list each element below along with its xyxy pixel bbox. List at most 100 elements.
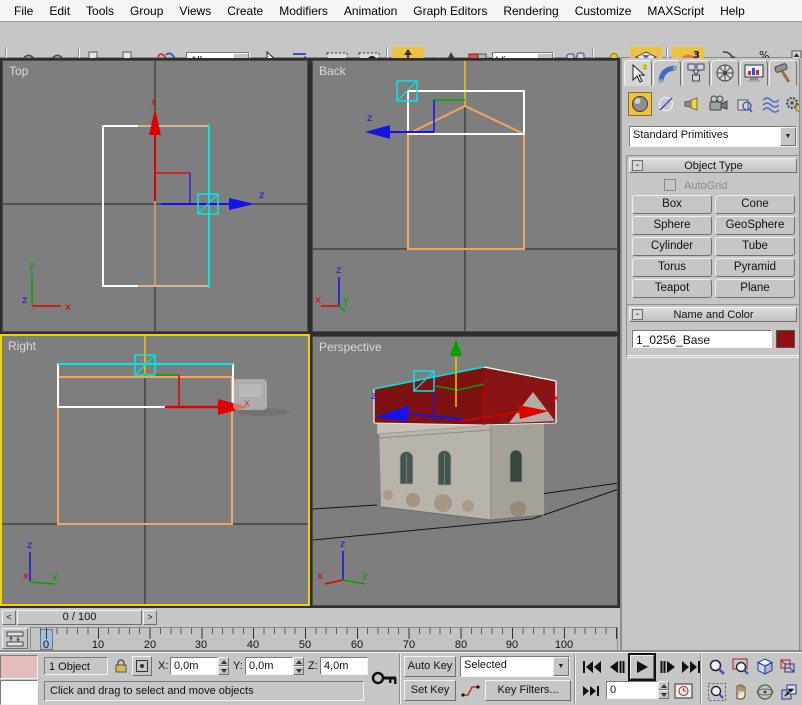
- svg-text:z: z: [259, 190, 264, 201]
- menu-create[interactable]: Create: [219, 1, 271, 21]
- y-coord-spinner[interactable]: [293, 657, 304, 675]
- menu-modifiers[interactable]: Modifiers: [271, 1, 336, 21]
- menu-views[interactable]: Views: [171, 1, 219, 21]
- name-color-rollout-header[interactable]: - Name and Color: [629, 307, 797, 322]
- zoom-icon[interactable]: [706, 656, 728, 678]
- mini-curve-editor-button[interactable]: [2, 628, 28, 649]
- menu-file[interactable]: File: [6, 1, 41, 21]
- category-helpers-icon[interactable]: [732, 92, 756, 116]
- pyramid-button[interactable]: Pyramid: [715, 258, 795, 277]
- timeline-ruler[interactable]: 0 10 20 30 40 50 60 70 80 90 100: [30, 627, 618, 651]
- autogrid-checkbox[interactable]: [664, 179, 676, 191]
- category-space-warps-icon[interactable]: [758, 92, 782, 116]
- menu-customize[interactable]: Customize: [567, 1, 640, 21]
- tab-utilities[interactable]: [769, 60, 797, 86]
- category-geometry-icon[interactable]: [628, 92, 652, 116]
- tube-button[interactable]: Tube: [715, 237, 795, 256]
- category-lights-icon[interactable]: [680, 92, 704, 116]
- cylinder-button[interactable]: Cylinder: [632, 237, 712, 256]
- maxscript-listener-line[interactable]: [0, 680, 38, 705]
- time-configuration-icon[interactable]: [674, 681, 694, 701]
- svg-text:z: z: [27, 540, 32, 551]
- svg-text:y: y: [362, 570, 368, 581]
- z-coord-field[interactable]: 4,0m: [320, 657, 368, 675]
- menu-bar: File Edit Tools Group Views Create Modif…: [0, 0, 802, 22]
- key-filter-scope-dropdown[interactable]: Selected ▼: [460, 656, 570, 677]
- viewport-top[interactable]: Top x z y: [2, 60, 308, 332]
- set-key-button[interactable]: Set Key: [404, 680, 456, 701]
- min-max-toggle-icon[interactable]: [778, 681, 800, 703]
- tab-hierarchy[interactable]: [682, 60, 710, 86]
- plane-button[interactable]: Plane: [715, 279, 795, 298]
- primitive-category-dropdown[interactable]: Standard Primitives ▼: [629, 126, 797, 147]
- auto-key-button[interactable]: Auto Key: [404, 656, 456, 677]
- collapse-icon[interactable]: -: [632, 309, 643, 320]
- category-cameras-icon[interactable]: [706, 92, 730, 116]
- object-type-rollout-header[interactable]: - Object Type: [629, 158, 797, 173]
- category-shapes-icon[interactable]: [654, 92, 678, 116]
- menu-maxscript[interactable]: MAXScript: [639, 1, 712, 21]
- cone-button[interactable]: Cone: [715, 195, 795, 214]
- previous-frame-button[interactable]: [607, 656, 627, 677]
- box-button[interactable]: Box: [632, 195, 712, 214]
- viewport-right-scene: x z x y: [2, 336, 308, 604]
- viewport-right-label: Right: [8, 339, 36, 353]
- geosphere-button[interactable]: GeoSphere: [715, 216, 795, 235]
- time-slider-handle[interactable]: 0 / 100: [17, 610, 142, 625]
- sphere-button[interactable]: Sphere: [632, 216, 712, 235]
- status-separator: [700, 654, 702, 704]
- zoom-extents-icon[interactable]: [754, 656, 776, 678]
- zoom-extents-all-icon[interactable]: [778, 656, 800, 678]
- viewport-back[interactable]: Back z z x y: [312, 60, 618, 332]
- arc-rotate-icon[interactable]: [754, 681, 776, 703]
- menu-help[interactable]: Help: [712, 1, 753, 21]
- next-frame-button[interactable]: [658, 656, 678, 677]
- tick-label: 70: [399, 639, 419, 651]
- collapse-icon[interactable]: -: [632, 160, 643, 171]
- region-zoom-icon[interactable]: [706, 681, 728, 703]
- key-mode-toggle[interactable]: [580, 681, 602, 701]
- set-keys-key-icon[interactable]: [370, 655, 398, 701]
- tab-display[interactable]: [740, 60, 768, 86]
- torus-button[interactable]: Torus: [632, 258, 712, 277]
- time-slider-row: < 0 / 100 >: [0, 608, 620, 626]
- maxscript-listener-macro-line[interactable]: [0, 655, 38, 679]
- svg-text:y: y: [29, 261, 35, 272]
- menu-rendering[interactable]: Rendering: [495, 1, 566, 21]
- menu-tools[interactable]: Tools: [78, 1, 122, 21]
- menu-graph-editors[interactable]: Graph Editors: [405, 1, 495, 21]
- viewport-right[interactable]: Right x: [0, 334, 310, 606]
- play-button[interactable]: [630, 655, 654, 679]
- object-name-input[interactable]: 1_0256_Base: [632, 330, 772, 348]
- zoom-all-icon[interactable]: [730, 656, 752, 678]
- tab-create[interactable]: [624, 60, 652, 86]
- x-coord-field[interactable]: 0,0m: [170, 657, 218, 675]
- default-tangents-icon[interactable]: [461, 681, 481, 701]
- viewport-perspective[interactable]: Perspective: [312, 336, 618, 606]
- go-to-end-button[interactable]: [680, 656, 702, 677]
- selection-lock-icon[interactable]: [113, 657, 129, 674]
- viewport-perspective-scene: z x z x y: [313, 337, 618, 606]
- time-slider-prev-button[interactable]: <: [2, 610, 16, 625]
- x-coord-spinner[interactable]: [218, 657, 229, 675]
- y-coord-field[interactable]: 0,0m: [245, 657, 293, 675]
- status-bar: 1 Object X: 0,0m Y: 0,0m Z: 4,0m Click a…: [0, 652, 802, 705]
- teapot-button[interactable]: Teapot: [632, 279, 712, 298]
- pan-hand-icon[interactable]: [730, 681, 752, 703]
- tab-modify[interactable]: [653, 60, 681, 86]
- primitive-category-arrow[interactable]: ▼: [780, 127, 796, 146]
- menu-edit[interactable]: Edit: [41, 1, 78, 21]
- menu-group[interactable]: Group: [122, 1, 171, 21]
- go-to-start-button[interactable]: [580, 656, 604, 677]
- current-frame-field[interactable]: 0: [606, 681, 658, 699]
- tab-motion[interactable]: [711, 60, 739, 86]
- object-color-swatch[interactable]: [776, 330, 795, 348]
- tick-label: 100: [554, 639, 574, 651]
- key-filter-scope-arrow[interactable]: ▼: [553, 657, 569, 676]
- absolute-mode-toggle[interactable]: [132, 656, 152, 676]
- tick-label: 0: [36, 639, 56, 651]
- key-filters-button[interactable]: Key Filters...: [485, 680, 571, 701]
- frame-spinner[interactable]: [658, 681, 669, 699]
- menu-animation[interactable]: Animation: [336, 1, 405, 21]
- time-slider-next-button[interactable]: >: [143, 610, 157, 625]
